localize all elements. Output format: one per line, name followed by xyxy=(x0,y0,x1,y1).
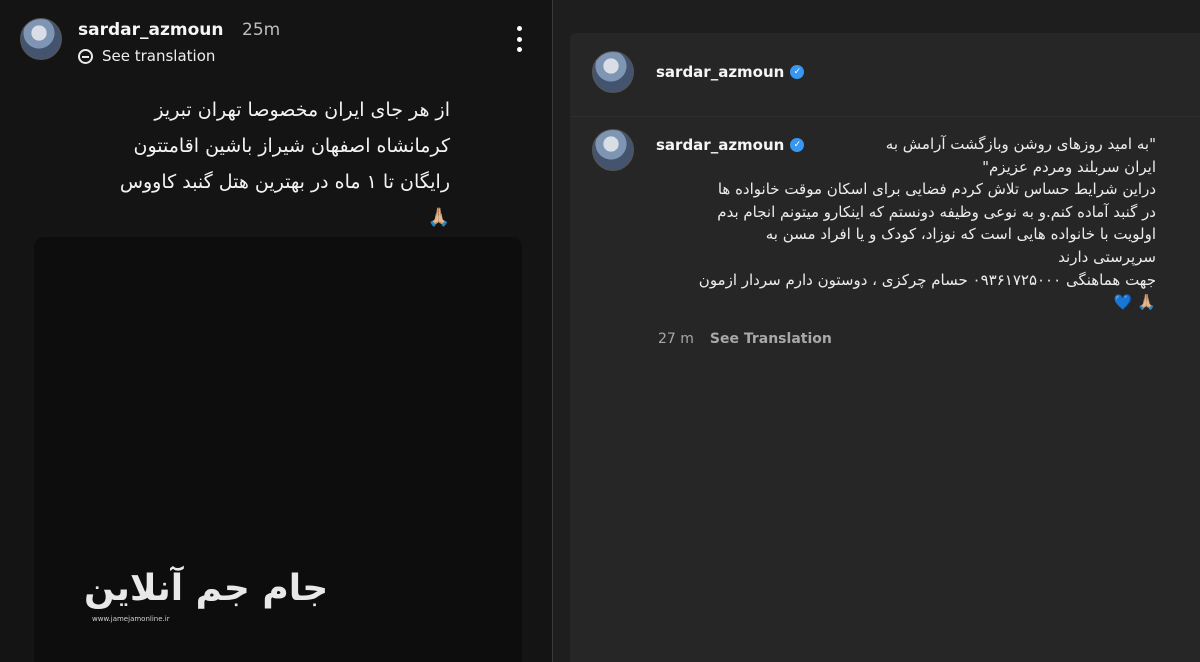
translate-icon xyxy=(78,48,93,64)
verified-badge-icon: ✓ xyxy=(790,65,805,79)
story-panel: sardar_azmoun 25m See translation از هر … xyxy=(0,0,553,662)
story-username[interactable]: sardar_azmoun xyxy=(78,20,223,40)
story-caption: از هر جای ایران مخصوصا تهران تبریز کرمان… xyxy=(90,92,450,236)
more-options-icon[interactable] xyxy=(514,26,524,52)
comment-line: در گنبد آماده کنم.و به نوعی وظیفه دونستم… xyxy=(717,202,1156,221)
comment-see-translation-button[interactable]: See Translation xyxy=(710,331,832,347)
post-header: sardar_azmoun ✓ xyxy=(592,51,1172,95)
post-username: sardar_azmoun xyxy=(656,63,785,81)
pray-emoji: 🙏🏼 xyxy=(427,207,450,228)
comment-emoji-line: 🙏🏼 💙 xyxy=(1113,293,1156,312)
watermark-name: جام جم آنلاین xyxy=(84,568,329,609)
story-see-translation-label: See translation xyxy=(102,47,216,65)
header-divider xyxy=(570,116,1200,117)
story-avatar[interactable] xyxy=(20,18,62,60)
story-caption-line: از هر جای ایران مخصوصا تهران تبریز xyxy=(154,99,450,121)
post-panel: sardar_azmoun ✓ sardar_azmoun ✓ "به امید… xyxy=(570,33,1200,662)
post-username-row[interactable]: sardar_azmoun ✓ xyxy=(656,63,805,81)
comment-line: سرپرستی دارند xyxy=(1058,247,1156,266)
comment-timestamp: 27 m xyxy=(658,331,694,347)
story-header: sardar_azmoun 25m See translation xyxy=(20,16,532,72)
watermark-url: www.jamejamonline.ir xyxy=(92,615,170,623)
comment-avatar[interactable] xyxy=(592,129,634,171)
story-caption-line: رایگان تا ۱ ماه در بهترین هتل گنبد کاووس xyxy=(119,171,450,193)
post-avatar[interactable] xyxy=(592,51,634,93)
comment-line: دراین شرایط حساس تلاش کردم فضایی برای اس… xyxy=(717,180,1156,199)
comment-line: "به امید روزهای روشن وبازگشت آرامش به xyxy=(885,135,1156,153)
comment-line: اولویت با خانواده هایی است که نوزاد، کود… xyxy=(765,225,1156,244)
comment-text: "به امید روزهای روشن وبازگشت آرامش به ای… xyxy=(656,133,1156,314)
comment-line: ایران سربلند ومردم عزیزم" xyxy=(982,157,1156,176)
comment-line: جهت هماهنگی ۰۹۳۶۱۷۲۵۰۰۰ حسام چرکزی ، دوس… xyxy=(698,270,1156,289)
watermark-logo: جام جم آنلاین www.jamejamonline.ir xyxy=(84,568,354,628)
story-timestamp: 25m xyxy=(242,20,281,40)
story-caption-line: کرمانشاه اصفهان شیراز باشین اقامتتون xyxy=(133,135,450,157)
comment-meta: 27 m See Translation xyxy=(658,331,832,347)
story-see-translation-button[interactable]: See translation xyxy=(78,47,215,65)
